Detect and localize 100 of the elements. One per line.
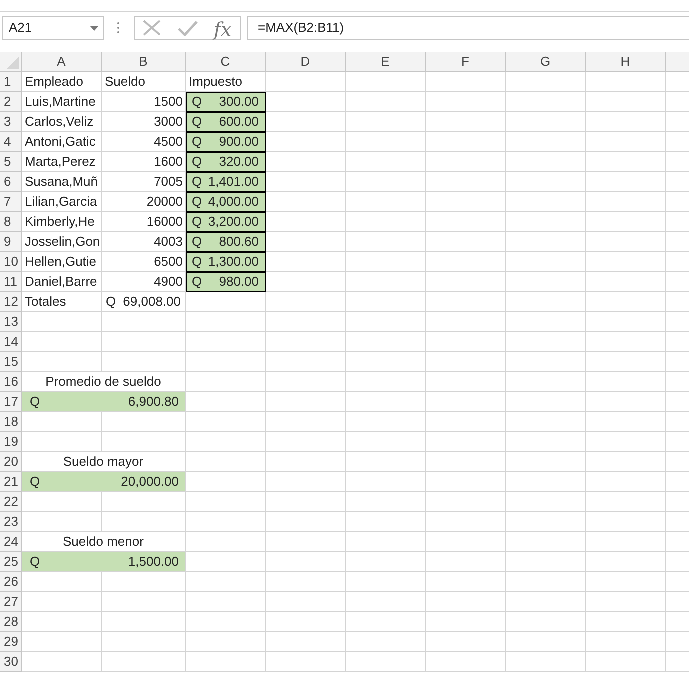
empty-cell[interactable] bbox=[102, 512, 186, 532]
empty-cell[interactable] bbox=[426, 512, 506, 532]
empty-cell[interactable] bbox=[186, 592, 266, 612]
empty-cell[interactable] bbox=[426, 332, 506, 352]
empty-cell[interactable] bbox=[586, 472, 666, 492]
empty-cell[interactable] bbox=[586, 152, 666, 172]
empty-cell[interactable] bbox=[426, 592, 506, 612]
empty-cell[interactable] bbox=[426, 152, 506, 172]
row-header[interactable]: 14 bbox=[0, 332, 22, 352]
empty-cell[interactable] bbox=[186, 352, 266, 372]
column-header[interactable]: H bbox=[586, 52, 666, 72]
row-header[interactable]: 28 bbox=[0, 612, 22, 632]
empty-cell[interactable] bbox=[346, 212, 426, 232]
empty-cell[interactable] bbox=[266, 612, 346, 632]
empty-cell[interactable] bbox=[586, 92, 666, 112]
row-header[interactable]: 4 bbox=[0, 132, 22, 152]
empty-cell[interactable] bbox=[346, 252, 426, 272]
empty-cell[interactable] bbox=[506, 192, 586, 212]
empty-cell[interactable] bbox=[346, 552, 426, 572]
row-header[interactable]: 22 bbox=[0, 492, 22, 512]
empty-cell[interactable] bbox=[266, 572, 346, 592]
empty-cell[interactable] bbox=[266, 312, 346, 332]
empty-cell[interactable] bbox=[266, 632, 346, 652]
empty-cell[interactable] bbox=[266, 592, 346, 612]
empty-cell[interactable] bbox=[586, 192, 666, 212]
empty-cell[interactable] bbox=[426, 272, 506, 292]
empty-cell[interactable] bbox=[506, 432, 586, 452]
empty-cell[interactable] bbox=[266, 552, 346, 572]
empty-cell[interactable] bbox=[346, 412, 426, 432]
empty-cell[interactable] bbox=[346, 432, 426, 452]
empty-cell[interactable] bbox=[266, 452, 346, 472]
check-icon[interactable] bbox=[178, 21, 198, 36]
empty-cell[interactable] bbox=[586, 272, 666, 292]
row-header[interactable]: 19 bbox=[0, 432, 22, 452]
row-header[interactable]: 11 bbox=[0, 272, 22, 292]
empty-cell[interactable] bbox=[586, 252, 666, 272]
row-header[interactable]: 25 bbox=[0, 552, 22, 572]
row-header[interactable]: 18 bbox=[0, 412, 22, 432]
empty-cell[interactable] bbox=[346, 332, 426, 352]
row-header[interactable]: 10 bbox=[0, 252, 22, 272]
row-header[interactable]: 26 bbox=[0, 572, 22, 592]
row-header[interactable]: 29 bbox=[0, 632, 22, 652]
empty-cell[interactable] bbox=[266, 72, 346, 92]
empty-cell[interactable] bbox=[586, 532, 666, 552]
empty-cell[interactable] bbox=[346, 152, 426, 172]
empty-cell[interactable] bbox=[266, 332, 346, 352]
empty-cell[interactable] bbox=[506, 172, 586, 192]
empty-cell[interactable] bbox=[426, 392, 506, 412]
empty-cell[interactable] bbox=[266, 372, 346, 392]
empty-cell[interactable] bbox=[506, 72, 586, 92]
empty-cell[interactable] bbox=[346, 232, 426, 252]
empty-cell[interactable] bbox=[506, 332, 586, 352]
empty-cell[interactable] bbox=[346, 272, 426, 292]
empty-cell[interactable] bbox=[586, 512, 666, 532]
row-header[interactable]: 30 bbox=[0, 652, 22, 672]
empty-cell[interactable] bbox=[586, 432, 666, 452]
row-header[interactable]: 17 bbox=[0, 392, 22, 412]
empty-cell[interactable] bbox=[346, 192, 426, 212]
empty-cell[interactable] bbox=[586, 392, 666, 412]
empty-cell[interactable] bbox=[346, 352, 426, 372]
empty-cell[interactable] bbox=[266, 512, 346, 532]
empty-cell[interactable] bbox=[586, 212, 666, 232]
column-header[interactable] bbox=[666, 52, 689, 72]
column-header[interactable]: F bbox=[426, 52, 506, 72]
empty-cell[interactable] bbox=[586, 312, 666, 332]
empty-cell[interactable] bbox=[266, 412, 346, 432]
empty-cell[interactable] bbox=[506, 592, 586, 612]
row-header[interactable]: 6 bbox=[0, 172, 22, 192]
row-header[interactable]: 24 bbox=[0, 532, 22, 552]
column-header[interactable]: B bbox=[102, 52, 186, 72]
empty-cell[interactable] bbox=[426, 652, 506, 672]
empty-cell[interactable] bbox=[506, 212, 586, 232]
empty-cell[interactable] bbox=[586, 552, 666, 572]
empty-cell[interactable] bbox=[186, 612, 266, 632]
empty-cell[interactable] bbox=[102, 352, 186, 372]
empty-cell[interactable] bbox=[346, 512, 426, 532]
empty-cell[interactable] bbox=[186, 412, 266, 432]
empty-cell[interactable] bbox=[346, 172, 426, 192]
row-header[interactable]: 8 bbox=[0, 212, 22, 232]
empty-cell[interactable] bbox=[506, 112, 586, 132]
empty-cell[interactable] bbox=[506, 312, 586, 332]
empty-cell[interactable] bbox=[346, 132, 426, 152]
dropdown-caret-icon[interactable] bbox=[90, 26, 99, 30]
empty-cell[interactable] bbox=[426, 352, 506, 372]
empty-cell[interactable] bbox=[346, 292, 426, 312]
empty-cell[interactable] bbox=[426, 132, 506, 152]
empty-cell[interactable] bbox=[266, 292, 346, 312]
empty-cell[interactable] bbox=[102, 332, 186, 352]
select-all-icon[interactable] bbox=[7, 57, 19, 69]
empty-cell[interactable] bbox=[586, 412, 666, 432]
empty-cell[interactable] bbox=[586, 492, 666, 512]
row-header[interactable]: 9 bbox=[0, 232, 22, 252]
empty-cell[interactable] bbox=[266, 352, 346, 372]
empty-cell[interactable] bbox=[426, 432, 506, 452]
empty-cell[interactable] bbox=[346, 312, 426, 332]
empty-cell[interactable] bbox=[426, 92, 506, 112]
row-header[interactable]: 12 bbox=[0, 292, 22, 312]
empty-cell[interactable] bbox=[346, 452, 426, 472]
empty-cell[interactable] bbox=[506, 132, 586, 152]
empty-cell[interactable] bbox=[506, 232, 586, 252]
